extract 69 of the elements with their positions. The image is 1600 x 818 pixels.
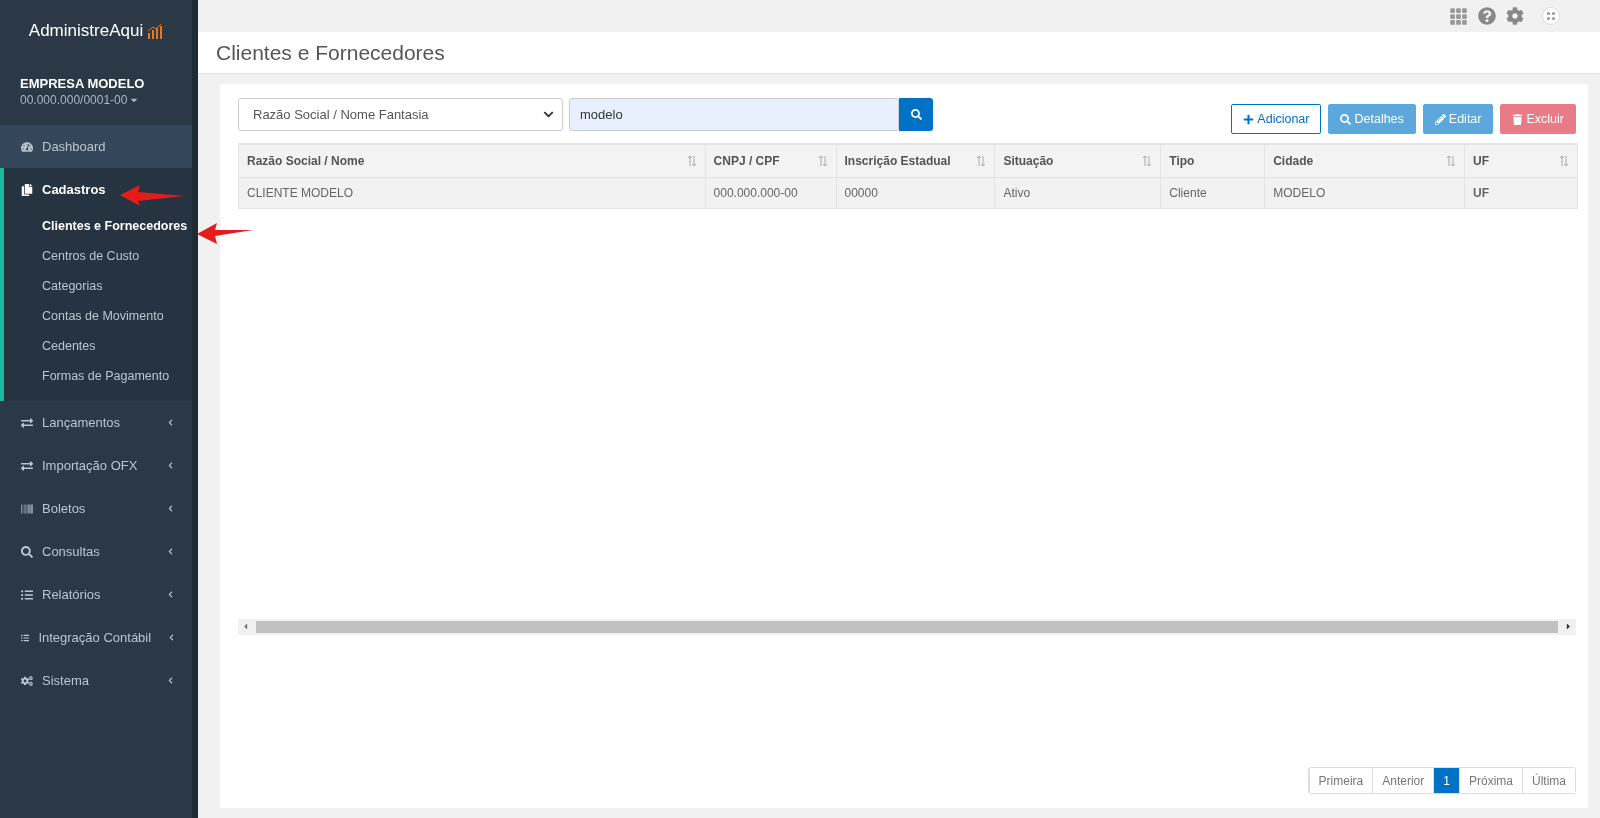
table-cell: MODELO: [1264, 177, 1465, 208]
settings-icon[interactable]: [1506, 7, 1524, 25]
search-icon: [1340, 113, 1352, 125]
submenu-item[interactable]: Centros de Custo: [4, 241, 192, 271]
brand-logo: AdministreAqui: [28, 21, 144, 41]
table-cell: 00000: [836, 177, 995, 208]
menu-item[interactable]: Dashboard: [0, 125, 192, 168]
field-select[interactable]: Razão Social / Nome Fantasia: [238, 98, 563, 131]
pencil-icon: [1434, 113, 1446, 125]
menu-item[interactable]: Consultas: [0, 530, 192, 573]
dashboard-icon: [21, 140, 33, 153]
submenu-item[interactable]: Cedentes: [4, 331, 192, 361]
chevron-icon: [169, 634, 174, 641]
search-button[interactable]: [899, 98, 933, 131]
search-icon: [21, 545, 33, 558]
menu-item[interactable]: Relatórios: [0, 573, 192, 616]
arrows-icon: [21, 416, 33, 429]
menu-item[interactable]: Cadastros: [0, 168, 192, 211]
submenu-item[interactable]: Contas de Movimento: [4, 301, 192, 331]
column-header[interactable]: CNPJ / CPF: [705, 144, 836, 177]
chevron-icon: [167, 505, 174, 512]
column-header[interactable]: Situação: [994, 144, 1161, 177]
chevron-icon: [167, 591, 174, 598]
chevron-icon: [167, 677, 174, 684]
menu-item[interactable]: Integração Contábil: [0, 616, 192, 659]
table-cell: Ativo: [994, 177, 1161, 208]
column-header[interactable]: Razão Social / Nome: [238, 144, 706, 177]
menu-item[interactable]: Lançamentos: [0, 401, 192, 444]
search-field[interactable]: modelo: [569, 98, 899, 131]
documents-icon: [21, 183, 33, 196]
submenu-item[interactable]: Formas de Pagamento: [4, 361, 192, 391]
barcode-icon: [21, 502, 33, 515]
page-title: Clientes e Fornecedores: [216, 40, 445, 65]
gears-icon: [21, 674, 33, 687]
chevron-icon: [543, 109, 554, 120]
table-cell: Cliente: [1160, 177, 1265, 208]
column-header[interactable]: UF: [1464, 144, 1578, 177]
bar-chart-icon: [147, 23, 164, 39]
annotation-arrow: [197, 223, 253, 244]
column-header[interactable]: Tipo: [1160, 144, 1265, 177]
chevron-icon: [167, 419, 174, 426]
menu-item[interactable]: Importação OFX: [0, 444, 192, 487]
chevron-icon: [167, 462, 174, 469]
submenu-item[interactable]: Categorias: [4, 271, 192, 301]
column-header[interactable]: Cidade: [1264, 144, 1465, 177]
table-cell: UF: [1464, 177, 1578, 208]
action-button[interactable]: Adicionar: [1231, 104, 1322, 134]
company-name: EMPRESA MODELO: [20, 76, 146, 91]
table-cell: CLIENTE MODELO: [238, 177, 706, 208]
table-cell: 000.000.000-00: [705, 177, 836, 208]
menu-item[interactable]: Sistema: [0, 659, 192, 702]
search-icon: [910, 109, 922, 120]
grid-icon[interactable]: [1449, 6, 1468, 26]
company-document[interactable]: 00.000.000/0001-00: [20, 93, 172, 107]
chevron-icon: [167, 548, 174, 555]
submenu-item[interactable]: Clientes e Fornecedores: [4, 211, 192, 241]
help-icon[interactable]: [1478, 7, 1496, 25]
scroll-right-icon[interactable]: [1564, 622, 1573, 631]
scroll-left-icon[interactable]: [241, 622, 250, 631]
horizontal-scrollbar[interactable]: [238, 618, 1576, 635]
list-icon: [21, 588, 33, 601]
trash-icon: [1512, 113, 1524, 125]
column-header[interactable]: Inscrição Estadual: [836, 144, 995, 177]
plus-icon: [1243, 113, 1255, 125]
menu-item[interactable]: Boletos: [0, 487, 192, 530]
arrows-icon: [21, 459, 33, 472]
apps-icon[interactable]: [1542, 7, 1560, 25]
page-button[interactable]: Última: [1522, 768, 1575, 793]
page-button[interactable]: 1: [1433, 768, 1459, 793]
